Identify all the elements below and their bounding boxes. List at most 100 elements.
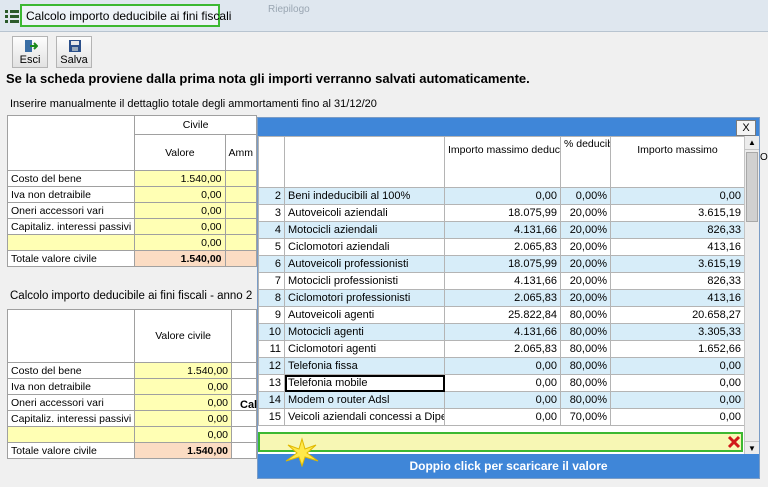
table-row[interactable]: 8 Ciclomotori professionisti 2.065,83 20,00…: [258, 289, 744, 307]
row-percent-deducibile[interactable]: 80,00%: [560, 340, 611, 358]
row-importo-massimo[interactable]: 0,00: [610, 391, 744, 409]
row-number[interactable]: 8: [258, 289, 285, 307]
row-importo-massimo[interactable]: 0,00: [610, 187, 744, 205]
row-description[interactable]: Telefonia fissa: [284, 357, 445, 375]
col-importo-massimo-deducibile[interactable]: Importo massimo deducibile: [444, 136, 561, 188]
row-importo-massimo[interactable]: 3.305,33: [610, 323, 744, 341]
col-percent-deducibile[interactable]: % deducibil e: [560, 136, 611, 188]
row-description[interactable]: Ciclomotori aziendali: [284, 238, 445, 256]
row-importo-massimo-deducibile[interactable]: 25.822,84: [444, 306, 561, 324]
row-importo-massimo[interactable]: 3.615,19: [610, 255, 744, 273]
row-percent-deducibile[interactable]: 20,00%: [560, 255, 611, 273]
table-row[interactable]: 14 Modem o router Adsl 0,00 80,00% 0,00: [258, 391, 744, 409]
table-row[interactable]: 4 Motocicli aziendali 4.131,66 20,00% 826,33: [258, 221, 744, 239]
row-importo-massimo-deducibile[interactable]: 4.131,66: [444, 323, 561, 341]
row-number[interactable]: 11: [258, 340, 285, 358]
row-importo-massimo-deducibile[interactable]: 18.075,99: [444, 204, 561, 222]
row-description[interactable]: Autoveicoli agenti: [284, 306, 445, 324]
table-row[interactable]: 9 Autoveicoli agenti 25.822,84 80,00% 20.658…: [258, 306, 744, 324]
table-row[interactable]: 3 Autoveicoli aziendali 18.075,99 20,00% 3.6…: [258, 204, 744, 222]
row-number[interactable]: 6: [258, 255, 285, 273]
exit-button[interactable]: Esci: [12, 36, 48, 68]
row-importo-massimo[interactable]: 826,33: [610, 221, 744, 239]
row-percent-deducibile[interactable]: 20,00%: [560, 238, 611, 256]
table-row[interactable]: 5 Ciclomotori aziendali 2.065,83 20,00% 413,…: [258, 238, 744, 256]
table-row[interactable]: 11 Ciclomotori agenti 2.065,83 80,00% 1.652,…: [258, 340, 744, 358]
valore-civile-header: Valore civile: [134, 309, 232, 363]
col-importo-massimo[interactable]: Importo massimo: [610, 136, 744, 188]
row-description[interactable]: Motocicli professionisti: [284, 272, 445, 290]
row-importo-massimo-deducibile[interactable]: 0,00: [444, 408, 561, 426]
row-importo-massimo[interactable]: 413,16: [610, 238, 744, 256]
row-importo-massimo-deducibile[interactable]: 0,00: [444, 391, 561, 409]
row-description[interactable]: Motocicli aziendali: [284, 221, 445, 239]
row-number[interactable]: 4: [258, 221, 285, 239]
row-importo-massimo[interactable]: 413,16: [610, 289, 744, 307]
row-number[interactable]: 14: [258, 391, 285, 409]
row-importo-massimo[interactable]: 0,00: [610, 357, 744, 375]
row-description[interactable]: Motocicli agenti: [284, 323, 445, 341]
table-row[interactable]: 2 Beni indeducibili al 100% 0,00 0,00% 0,00: [258, 187, 744, 205]
row-description[interactable]: Autoveicoli aziendali: [284, 204, 445, 222]
scroll-up-arrow[interactable]: ▲: [745, 136, 759, 150]
row-description[interactable]: Telefonia mobile: [284, 374, 445, 392]
row-percent-deducibile[interactable]: 20,00%: [560, 289, 611, 307]
row-percent-deducibile[interactable]: 80,00%: [560, 374, 611, 392]
row-importo-massimo[interactable]: 826,33: [610, 272, 744, 290]
table-row[interactable]: 7 Motocicli professionisti 4.131,66 20,00% 8…: [258, 272, 744, 290]
row-importo-massimo-deducibile[interactable]: 4.131,66: [444, 221, 561, 239]
table-row[interactable]: 6 Autoveicoli professionisti 18.075,99 20,0…: [258, 255, 744, 273]
row-percent-deducibile[interactable]: 80,00%: [560, 306, 611, 324]
row-percent-deducibile[interactable]: 20,00%: [560, 272, 611, 290]
row-number[interactable]: 7: [258, 272, 285, 290]
row-importo-massimo-deducibile[interactable]: 4.131,66: [444, 272, 561, 290]
table-row[interactable]: 15 Veicoli aziendali concessi a Dipen 0,00…: [258, 408, 744, 426]
row-percent-deducibile[interactable]: 20,00%: [560, 204, 611, 222]
row-description[interactable]: Autoveicoli professionisti: [284, 255, 445, 273]
close-button[interactable]: X: [736, 120, 756, 136]
title-bar: Calcolo importo deducibile ai fini fisca…: [0, 0, 768, 32]
row-number[interactable]: 13: [258, 374, 285, 392]
row-number[interactable]: 9: [258, 306, 285, 324]
row-number[interactable]: 12: [258, 357, 285, 375]
row-importo-massimo[interactable]: 0,00: [610, 374, 744, 392]
table-row[interactable]: 10 Motocicli agenti 4.131,66 80,00% 3.305,33: [258, 323, 744, 341]
row-number[interactable]: 5: [258, 238, 285, 256]
scroll-thumb[interactable]: [746, 152, 758, 222]
row-importo-massimo-deducibile[interactable]: 0,00: [444, 357, 561, 375]
row-percent-deducibile[interactable]: 0,00%: [560, 187, 611, 205]
row-number[interactable]: 3: [258, 204, 285, 222]
app-menu-icon[interactable]: [4, 8, 20, 24]
table-row: 0,00: [6, 426, 257, 443]
row-importo-massimo-deducibile[interactable]: 0,00: [444, 187, 561, 205]
row-importo-massimo-deducibile[interactable]: 2.065,83: [444, 289, 561, 307]
vertical-scrollbar[interactable]: ▲ ▼: [744, 136, 759, 456]
row-percent-deducibile[interactable]: 80,00%: [560, 357, 611, 375]
row-percent-deducibile[interactable]: 70,00%: [560, 408, 611, 426]
row-number[interactable]: 15: [258, 408, 285, 426]
row-importo-massimo[interactable]: 3.615,19: [610, 204, 744, 222]
row-number[interactable]: 2: [258, 187, 285, 205]
row-description[interactable]: Ciclomotori agenti: [284, 340, 445, 358]
row-importo-massimo-deducibile[interactable]: 2.065,83: [444, 238, 561, 256]
new-row-input[interactable]: [258, 432, 743, 452]
row-importo-massimo-deducibile[interactable]: 18.075,99: [444, 255, 561, 273]
table-row[interactable]: 13 Telefonia mobile 0,00 80,00% 0,00: [258, 374, 744, 392]
row-description[interactable]: Modem o router Adsl: [284, 391, 445, 409]
row-description[interactable]: Veicoli aziendali concessi a Dipen: [284, 408, 445, 426]
row-importo-massimo[interactable]: 0,00: [610, 408, 744, 426]
scroll-down-arrow[interactable]: ▼: [745, 441, 759, 455]
row-importo-massimo[interactable]: 1.652,66: [610, 340, 744, 358]
row-description[interactable]: Ciclomotori professionisti: [284, 289, 445, 307]
save-button[interactable]: Salva: [56, 36, 92, 68]
row-description[interactable]: Beni indeducibili al 100%: [284, 187, 445, 205]
table-row[interactable]: 12 Telefonia fissa 0,00 80,00% 0,00: [258, 357, 744, 375]
row-importo-massimo-deducibile[interactable]: 0,00: [444, 374, 561, 392]
row-percent-deducibile[interactable]: 80,00%: [560, 391, 611, 409]
row-importo-massimo[interactable]: 20.658,27: [610, 306, 744, 324]
row-importo-massimo-deducibile[interactable]: 2.065,83: [444, 340, 561, 358]
row-percent-deducibile[interactable]: 80,00%: [560, 323, 611, 341]
row-percent-deducibile[interactable]: 20,00%: [560, 221, 611, 239]
row-number[interactable]: 10: [258, 323, 285, 341]
delete-x-icon[interactable]: [727, 435, 741, 449]
